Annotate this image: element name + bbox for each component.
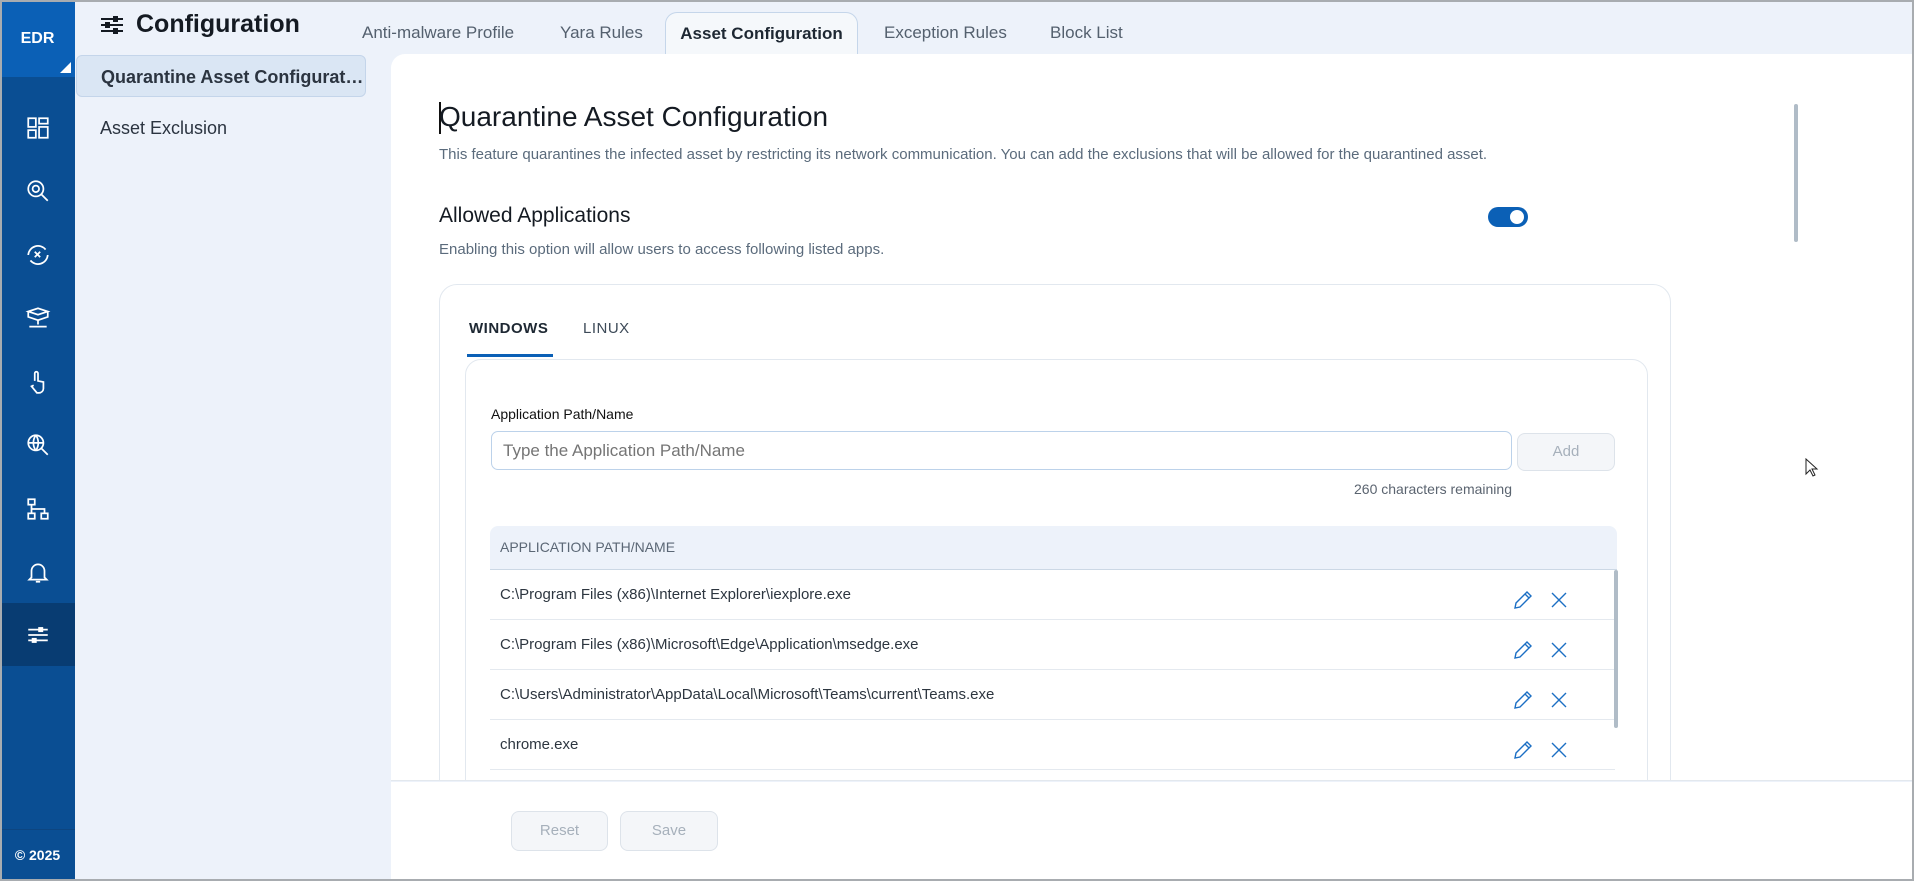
windows-apps-panel: Application Path/Name Add 260 characters… (465, 359, 1648, 780)
allowed-apps-toggle[interactable] (1488, 207, 1528, 227)
panel-scrollbar[interactable] (1794, 104, 1798, 242)
page-header: Configuration (100, 10, 300, 39)
save-button[interactable]: Save (620, 811, 718, 851)
edit-icon[interactable] (1511, 733, 1535, 759)
app-path: C:\Program Files (x86)\Internet Explorer… (500, 586, 851, 603)
tab-asset-configuration[interactable]: Asset Configuration (665, 12, 858, 55)
sub-navigation: Quarantine Asset Configuration Asset Exc… (75, 54, 391, 881)
table-header: APPLICATION PATH/NAME (490, 526, 1617, 570)
app-path: C:\Users\Administrator\AppData\Local\Mic… (500, 686, 995, 703)
table-scrollbar[interactable] (1614, 570, 1618, 728)
tab-block-list[interactable]: Block List (1050, 12, 1123, 55)
tab-exception-rules[interactable]: Exception Rules (884, 12, 1007, 55)
delete-icon[interactable] (1547, 683, 1571, 708)
subnav-item-asset-exclusion[interactable]: Asset Exclusion (76, 107, 442, 149)
page-title: Quarantine Asset Configuration (439, 101, 829, 132)
mouse-cursor-icon (1805, 458, 1819, 477)
tab-windows[interactable]: WINDOWS (469, 320, 548, 337)
field-label: Application Path/Name (491, 406, 634, 422)
tab-anti-malware-profile[interactable]: Anti-malware Profile (362, 12, 514, 55)
section-title: Allowed Applications (439, 204, 631, 227)
applications-card: WINDOWS LINUX Application Path/Name Add … (439, 284, 1671, 780)
active-tab-underline (467, 354, 553, 357)
app-path: C:\Program Files (x86)\Microsoft\Edge\Ap… (500, 636, 919, 653)
delete-icon[interactable] (1547, 633, 1571, 658)
sliders-icon (101, 15, 123, 34)
delete-icon[interactable] (1547, 733, 1571, 758)
threat-search-icon[interactable] (0, 159, 75, 222)
nav-rail: EDR © 2025 (0, 0, 75, 881)
globe-search-icon[interactable] (0, 413, 75, 476)
header-title: Configuration (136, 10, 300, 38)
shield-scan-icon[interactable] (0, 223, 75, 286)
add-button[interactable]: Add (1517, 433, 1615, 471)
toggle-knob (1510, 210, 1524, 224)
hierarchy-icon[interactable] (0, 477, 75, 540)
table-row: chrome.exe (490, 720, 1615, 770)
table-row: C:\Program Files (x86)\Internet Explorer… (490, 570, 1615, 620)
bell-icon[interactable] (0, 540, 75, 603)
applications-table: C:\Program Files (x86)\Internet Explorer… (490, 570, 1618, 780)
content-panel: Quarantine Asset Configuration This feat… (391, 54, 1912, 781)
page-description: This feature quarantines the infected as… (439, 146, 1488, 163)
edit-icon[interactable] (1511, 683, 1535, 709)
tab-linux[interactable]: LINUX (583, 320, 630, 337)
reset-button[interactable]: Reset (511, 811, 608, 851)
edit-icon[interactable] (1511, 633, 1535, 659)
delete-icon[interactable] (1547, 583, 1571, 608)
edr-logo[interactable]: EDR (0, 0, 75, 77)
edit-icon[interactable] (1511, 583, 1535, 609)
copyright: © 2025 (0, 829, 75, 879)
subnav-item-quarantine[interactable]: Quarantine Asset Configuration (76, 55, 366, 97)
form-footer: Reset Save (391, 782, 1912, 879)
table-row: C:\Program Files (x86)\Microsoft\Edge\Ap… (490, 620, 1615, 670)
application-path-input[interactable] (491, 431, 1512, 470)
hand-touch-icon[interactable] (0, 350, 75, 413)
network-asset-icon[interactable] (0, 286, 75, 349)
chars-remaining: 260 characters remaining (1354, 481, 1512, 497)
table-row: C:\Users\Administrator\AppData\Local\Mic… (490, 670, 1615, 720)
section-description: Enabling this option will allow users to… (439, 241, 885, 258)
app-path: chrome.exe (500, 736, 579, 753)
dashboard-icon[interactable] (0, 96, 75, 159)
tab-yara-rules[interactable]: Yara Rules (560, 12, 643, 55)
sliders-icon[interactable] (0, 603, 75, 666)
